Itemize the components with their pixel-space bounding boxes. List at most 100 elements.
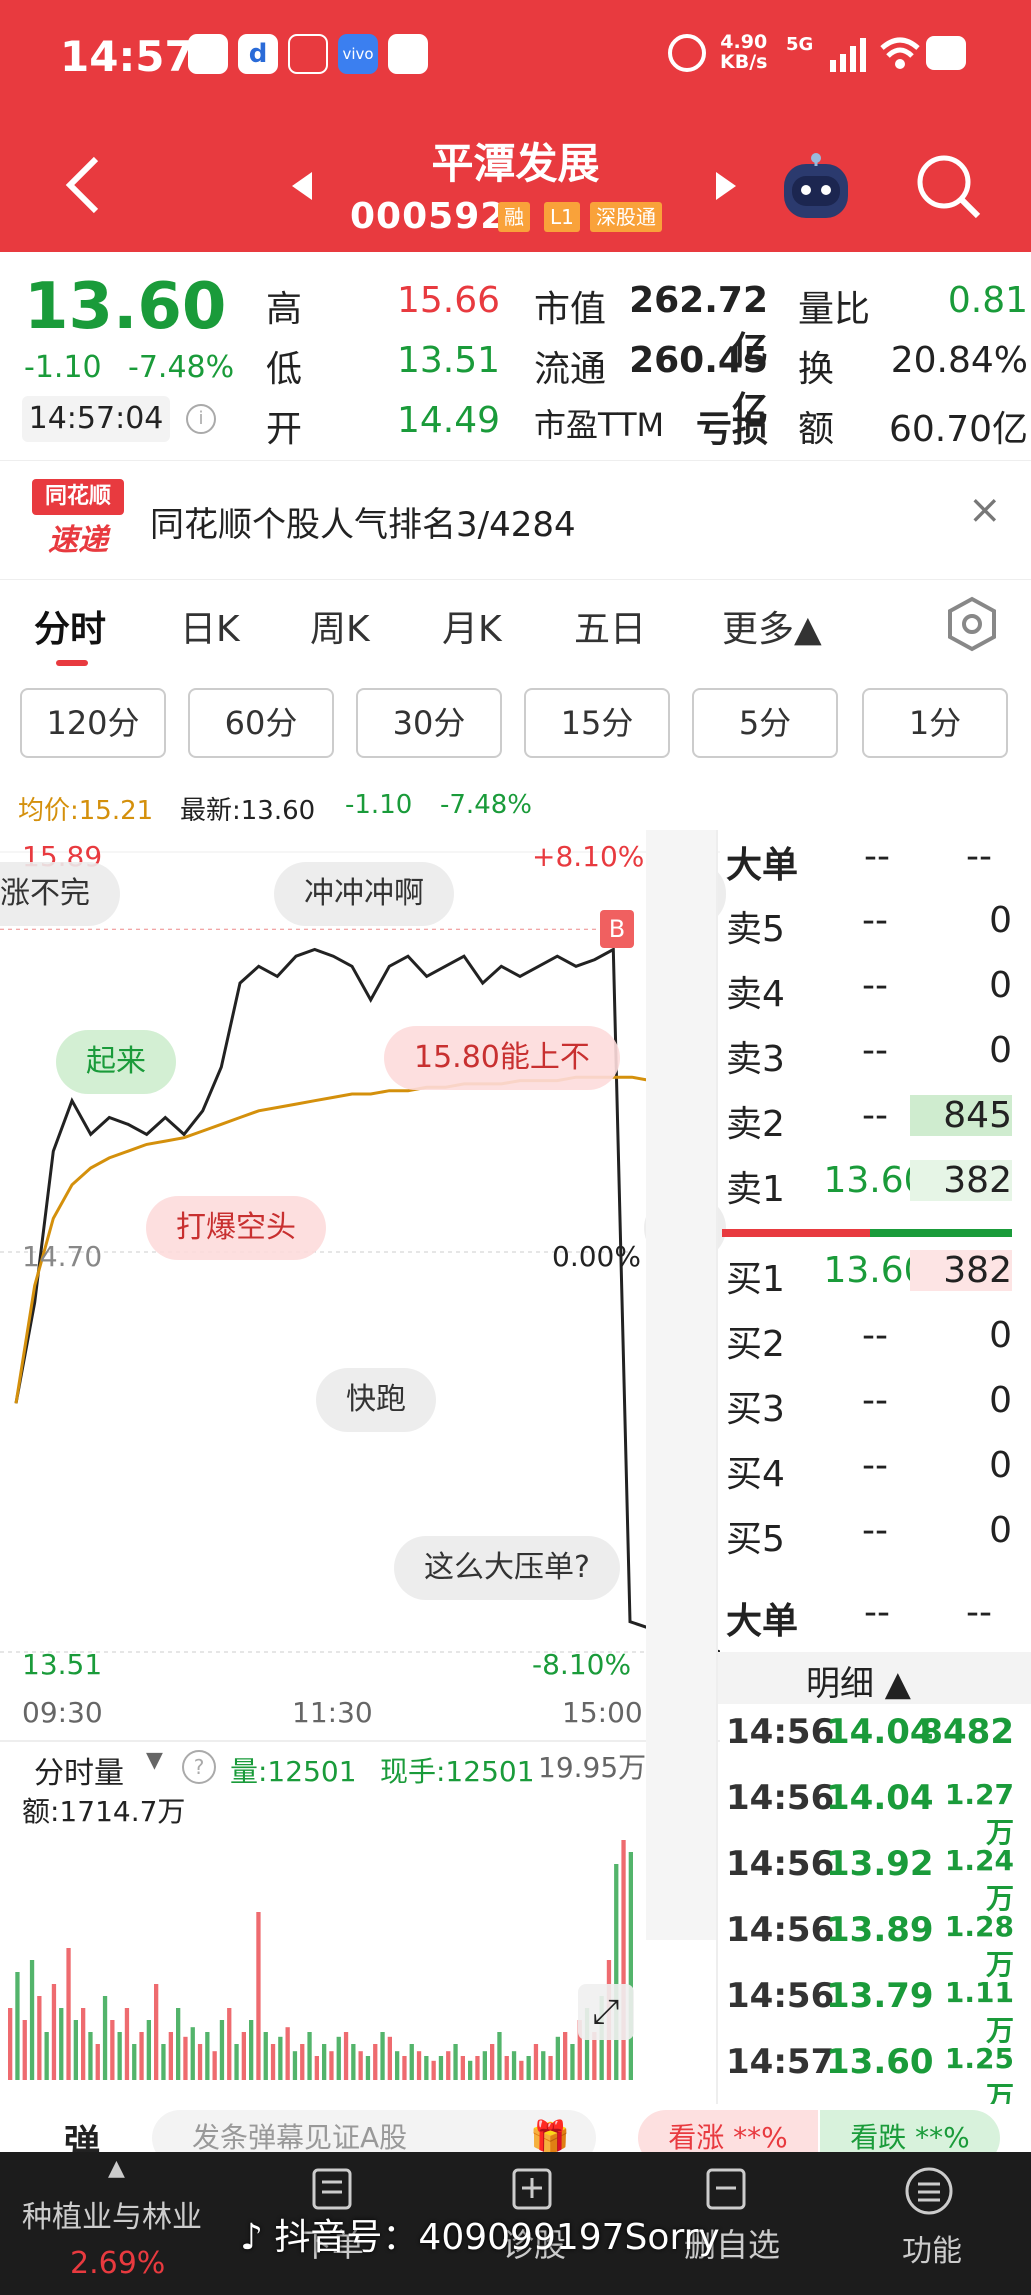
tab-daily[interactable]: 日K (180, 600, 240, 652)
period-120min[interactable]: 120分 (20, 688, 166, 758)
period-5min[interactable]: 5分 (692, 688, 838, 758)
status-icons (830, 36, 966, 72)
volume-bar (66, 1948, 71, 2080)
diagnose-icon (512, 2168, 552, 2210)
buy-pressure-bar (870, 1229, 1012, 1237)
status-time: 14:57 (60, 32, 194, 81)
chevron-up-icon[interactable]: ▲ (108, 2156, 125, 2181)
prev-stock-icon[interactable] (290, 170, 316, 202)
volume-bar (387, 2036, 392, 2080)
order-level-volume: 0 (989, 1030, 1012, 1071)
volume-bar (395, 2051, 400, 2080)
tab-five-day[interactable]: 五日 (574, 600, 646, 652)
tab-monthly[interactable]: 月K (442, 600, 502, 652)
volume-bar (249, 2020, 254, 2080)
label-vol-ratio: 量比 (798, 289, 871, 330)
volume-bar (307, 2032, 312, 2080)
volume-bar (124, 2008, 130, 2080)
volume-bar (168, 2032, 173, 2080)
volume-bar (570, 2044, 575, 2080)
close-icon[interactable]: × (968, 487, 1002, 533)
volume-bar (511, 2051, 517, 2080)
order-level-label: 买1 (726, 1259, 785, 1300)
volume-bar (205, 2032, 210, 2080)
chevron-down-icon[interactable]: ▼ (146, 1748, 163, 1773)
x-tick-noon: 11:30 (292, 1696, 373, 1729)
volume-bar (183, 2036, 188, 2080)
order-level-volume: 382 (910, 1160, 1012, 1201)
volume-bar (263, 2032, 268, 2080)
next-stock-icon[interactable] (712, 170, 738, 202)
volume-bar (95, 2044, 100, 2080)
volume-bar (548, 2056, 553, 2080)
label-turnover: 换 (798, 349, 835, 390)
help-icon[interactable]: ? (182, 1750, 216, 1784)
label-mktcap: 市值 (534, 289, 607, 330)
trade-time: 14:56 (726, 1844, 835, 1884)
volume-bar (190, 2027, 195, 2080)
trade-time: 14:56 (726, 1778, 835, 1818)
volume-bar (431, 2060, 436, 2080)
tab-intraday[interactable]: 分时 (34, 600, 106, 652)
sector-name[interactable]: 种植业与林业 (22, 2192, 202, 2236)
latest-change: -1.10 (345, 790, 413, 820)
volume-bar (59, 2008, 64, 2080)
intraday-chart[interactable] (0, 830, 720, 1730)
latest-pct: -7.48% (440, 790, 532, 820)
order-level-label: 买3 (726, 1389, 785, 1430)
trade-time: 14:56 (726, 1976, 835, 2016)
volume-bar (22, 2020, 27, 2080)
quote-time: 14:57:04 (22, 396, 170, 442)
order-level-volume: 845 (910, 1095, 1012, 1136)
robot-icon[interactable] (778, 150, 854, 226)
y-tick-mid: 14.70 (22, 1240, 103, 1273)
volume-bar (241, 2032, 246, 2080)
volume-bar (438, 2056, 444, 2080)
label-low: 低 (266, 349, 303, 390)
x-tick-close: 15:00 (562, 1696, 643, 1729)
period-30min[interactable]: 30分 (356, 688, 502, 758)
danmu-bubble: 这么大压单? (394, 1536, 620, 1600)
volume-bar (526, 2056, 531, 2080)
tab-weekly[interactable]: 周K (310, 600, 370, 652)
volume-label[interactable]: 分时量 (34, 1748, 124, 1792)
gift-icon[interactable]: 🎁 (530, 2118, 570, 2156)
expand-icon[interactable]: ⤢ (578, 1984, 634, 2040)
net-speed: 4.90 KB/s (720, 31, 768, 73)
popularity-banner[interactable]: 同花顺 速递 同花顺个股人气排名3/4284 × (0, 460, 1031, 580)
trade-volume: 1.28万 (944, 1910, 1014, 1981)
period-15min[interactable]: 15分 (524, 688, 670, 758)
volume-bar (81, 2008, 86, 2080)
y-tick-mid-pct: 0.00% (552, 1240, 641, 1273)
latest-price: 最新:13.60 (180, 796, 316, 826)
volume-bar (475, 2056, 480, 2080)
volume-bar (336, 2036, 341, 2080)
period-60min[interactable]: 60分 (188, 688, 334, 758)
volume-bar (219, 2020, 225, 2080)
trade-time: 14:56 (726, 1910, 835, 1950)
volume-bar (314, 2056, 319, 2080)
tab-more[interactable]: 更多▲ (722, 600, 822, 652)
network-type: 5G (786, 34, 814, 55)
settings-icon[interactable] (944, 596, 1000, 652)
volume-bar (519, 2060, 524, 2080)
volume-bar (402, 2056, 407, 2080)
order-level-label: 卖4 (726, 974, 785, 1015)
order-level-label: 买4 (726, 1454, 785, 1495)
search-icon[interactable] (914, 152, 984, 222)
buy-marker[interactable]: B (600, 910, 634, 948)
app-icon-vivo: vivo (338, 34, 378, 74)
volume-bar (365, 2056, 371, 2080)
detail-title[interactable]: 明细 ▲ (806, 1656, 911, 1705)
period-1min[interactable]: 1分 (862, 688, 1008, 758)
big-order-value: -- (966, 836, 992, 877)
info-icon[interactable]: i (186, 404, 216, 434)
big-order-value: -- (966, 1592, 992, 1633)
volume-bar (117, 2032, 122, 2080)
nav-function[interactable]: 功能 (902, 2226, 962, 2270)
volume-bar (256, 1912, 261, 2080)
volume-bar (343, 2032, 349, 2080)
volume-bar (15, 1972, 20, 2080)
y-tick-low-pct: -8.10% (532, 1648, 632, 1681)
order-level-volume: 0 (989, 1510, 1012, 1551)
